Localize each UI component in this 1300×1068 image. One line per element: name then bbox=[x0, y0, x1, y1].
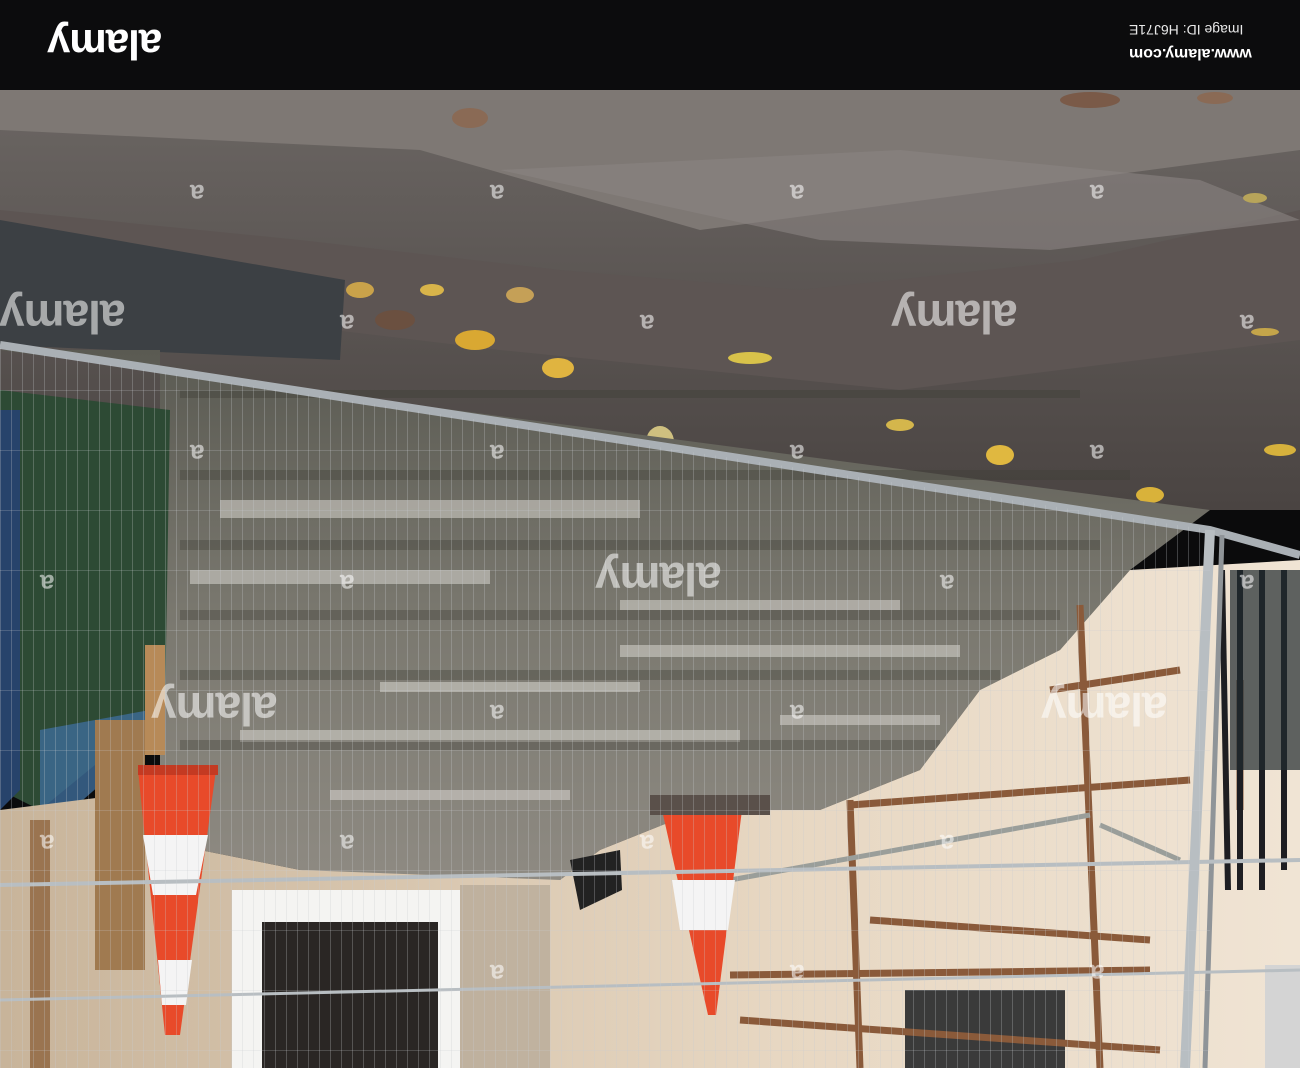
top-banner: alamy www.alamy.com Image ID: H6J71E bbox=[0, 0, 1300, 90]
site-url: www.alamy.com bbox=[1129, 45, 1252, 62]
image-info: www.alamy.com Image ID: H6J71E bbox=[1129, 22, 1252, 62]
image-id: Image ID: H6J71E bbox=[1129, 22, 1244, 38]
logo-text: alamy bbox=[48, 21, 163, 68]
alamy-logo: alamy bbox=[48, 18, 162, 70]
photo-scene bbox=[0, 90, 1300, 1068]
stock-photo: alamy alamy alamy alamy alamy a a a a a … bbox=[0, 90, 1300, 1068]
